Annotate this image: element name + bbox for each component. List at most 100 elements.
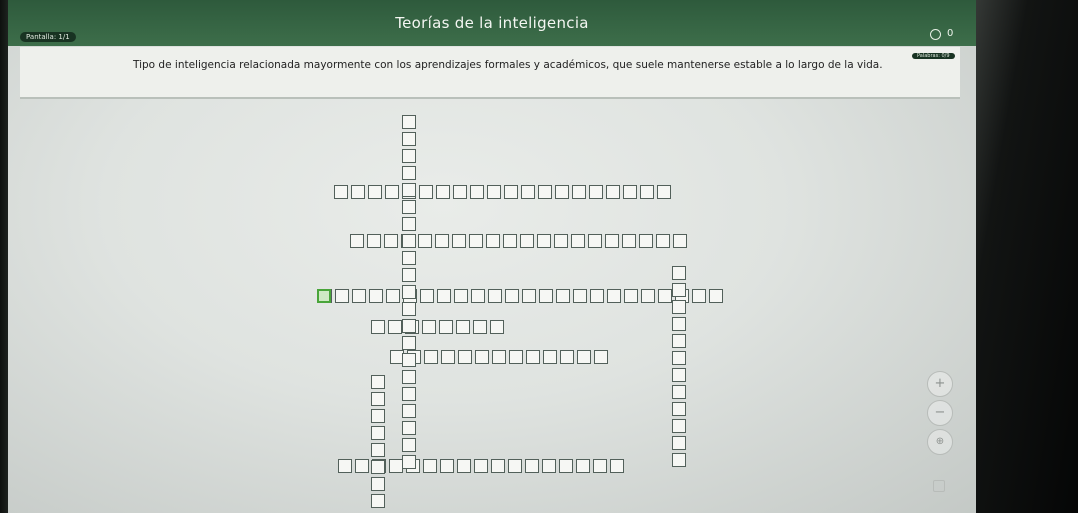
crossword-cell[interactable] <box>672 402 686 416</box>
crossword-cell[interactable] <box>453 185 467 199</box>
crossword-cell[interactable] <box>539 289 553 303</box>
crossword-cell[interactable] <box>402 387 416 401</box>
crossword-cell[interactable] <box>418 234 432 248</box>
crossword-cell[interactable] <box>439 320 453 334</box>
crossword-cell[interactable] <box>526 350 540 364</box>
crossword-cell[interactable] <box>367 234 381 248</box>
crossword-cell[interactable] <box>436 185 450 199</box>
crossword-cell[interactable] <box>371 409 385 423</box>
crossword-cell[interactable] <box>402 200 416 214</box>
crossword-cell[interactable] <box>508 459 522 473</box>
crossword-cell[interactable] <box>334 185 348 199</box>
crossword-cell[interactable] <box>554 234 568 248</box>
crossword-cell[interactable] <box>355 459 369 473</box>
crossword-cell[interactable] <box>488 289 502 303</box>
crossword-cell[interactable] <box>470 185 484 199</box>
crossword-cell[interactable] <box>402 421 416 435</box>
crossword-cell[interactable] <box>639 234 653 248</box>
crossword-cell[interactable] <box>475 350 489 364</box>
crossword-cell[interactable] <box>388 320 402 334</box>
crossword-cell[interactable] <box>624 289 638 303</box>
crossword-cell[interactable] <box>441 350 455 364</box>
crossword-cell[interactable] <box>672 453 686 467</box>
crossword-cell[interactable] <box>672 334 686 348</box>
crossword-cell[interactable] <box>402 268 416 282</box>
crossword-cell[interactable] <box>709 289 723 303</box>
crossword-cell[interactable] <box>538 185 552 199</box>
crossword-cell[interactable] <box>673 234 687 248</box>
crossword-cell[interactable] <box>335 289 349 303</box>
crossword-cell[interactable] <box>487 185 501 199</box>
crossword-cell[interactable] <box>402 438 416 452</box>
crossword-cell[interactable] <box>590 289 604 303</box>
crossword-cell[interactable] <box>556 289 570 303</box>
crossword-cell[interactable] <box>350 234 364 248</box>
crossword-cell[interactable] <box>588 234 602 248</box>
crossword-cell[interactable] <box>371 392 385 406</box>
crossword-cell[interactable] <box>672 300 686 314</box>
crossword-cell[interactable] <box>456 320 470 334</box>
crossword-cell[interactable] <box>607 289 621 303</box>
crossword-cell[interactable] <box>571 234 585 248</box>
crossword-cell[interactable] <box>593 459 607 473</box>
crossword-cell[interactable] <box>402 455 416 469</box>
crossword-cell[interactable] <box>672 436 686 450</box>
crossword-cell[interactable] <box>351 185 365 199</box>
crossword-cell[interactable] <box>423 459 437 473</box>
crossword-cell[interactable] <box>369 289 383 303</box>
crossword-cell[interactable] <box>522 289 536 303</box>
crossword-cell[interactable] <box>389 459 403 473</box>
crossword-cell[interactable] <box>610 459 624 473</box>
crossword-cell[interactable] <box>542 459 556 473</box>
crossword-cell[interactable] <box>657 185 671 199</box>
crossword-cell[interactable] <box>521 185 535 199</box>
crossword-cell[interactable] <box>371 443 385 457</box>
crossword-cell[interactable] <box>402 319 416 333</box>
crossword-cell[interactable] <box>402 285 416 299</box>
crossword-cell[interactable] <box>338 459 352 473</box>
crossword-cell[interactable] <box>576 459 590 473</box>
crossword-cell[interactable] <box>371 426 385 440</box>
crossword-cell[interactable] <box>594 350 608 364</box>
crossword-cell[interactable] <box>504 185 518 199</box>
crossword-cell[interactable] <box>672 283 686 297</box>
crossword-cell[interactable] <box>490 320 504 334</box>
crossword-cell[interactable] <box>454 289 468 303</box>
crossword-cell[interactable] <box>371 477 385 491</box>
crossword-cell[interactable] <box>435 234 449 248</box>
crossword-cell[interactable] <box>672 351 686 365</box>
crossword-cell[interactable] <box>692 289 706 303</box>
zoom-out-button[interactable]: − <box>927 400 953 426</box>
crossword-cell[interactable] <box>473 320 487 334</box>
crossword-cell[interactable] <box>640 185 654 199</box>
zoom-in-button[interactable]: + <box>927 371 953 397</box>
crossword-cell[interactable] <box>371 460 385 474</box>
crossword-cell[interactable] <box>469 234 483 248</box>
zoom-reset-button[interactable]: ⊕ <box>927 429 953 455</box>
crossword-cell[interactable] <box>386 289 400 303</box>
crossword-cell[interactable] <box>672 419 686 433</box>
crossword-cell[interactable] <box>623 185 637 199</box>
crossword-cell[interactable] <box>402 217 416 231</box>
crossword-cell[interactable] <box>491 459 505 473</box>
crossword-cell[interactable] <box>368 185 382 199</box>
crossword-cell[interactable] <box>492 350 506 364</box>
crossword-cell[interactable] <box>402 336 416 350</box>
crossword-cell[interactable] <box>402 183 416 197</box>
crossword-cell[interactable] <box>672 368 686 382</box>
crossword-cell[interactable] <box>672 317 686 331</box>
crossword-cell[interactable] <box>606 185 620 199</box>
crossword-cell[interactable] <box>577 350 591 364</box>
crossword-cell[interactable] <box>424 350 438 364</box>
crossword-cell[interactable] <box>559 459 573 473</box>
crossword-cell[interactable] <box>371 320 385 334</box>
crossword-cell[interactable] <box>419 185 433 199</box>
crossword-cell[interactable] <box>555 185 569 199</box>
crossword-cell[interactable] <box>471 289 485 303</box>
crossword-cell[interactable] <box>371 494 385 508</box>
crossword-cell[interactable] <box>402 251 416 265</box>
crossword-cell[interactable] <box>672 385 686 399</box>
crossword-cell[interactable] <box>572 185 586 199</box>
crossword-cell[interactable] <box>543 350 557 364</box>
crossword-cell[interactable] <box>402 132 416 146</box>
